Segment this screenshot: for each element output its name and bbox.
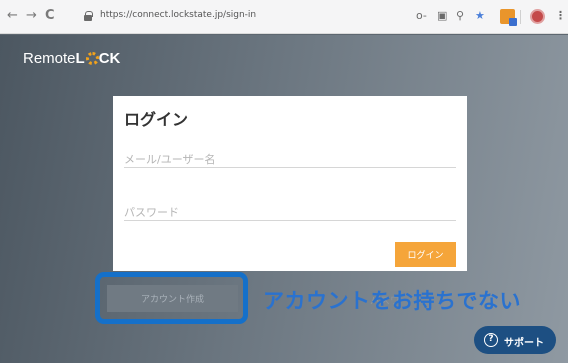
email-field-wrapper: [124, 148, 456, 169]
annotation-text: アカウントをお持ちでない: [263, 289, 521, 313]
translate-icon[interactable]: ▣: [437, 9, 447, 23]
lock-icon: [84, 11, 93, 21]
logo-text-1: Remote: [23, 50, 76, 67]
toolbar-divider: [520, 10, 521, 24]
help-icon: ?: [484, 333, 498, 347]
support-button[interactable]: ? サポート: [474, 326, 556, 354]
password-field-wrapper: [124, 201, 456, 222]
logo-ring-icon: [85, 52, 99, 65]
menu-icon[interactable]: ⋮: [555, 9, 566, 23]
zoom-icon[interactable]: ⚲: [456, 9, 464, 23]
remotelock-logo: RemoteL CK: [23, 50, 120, 67]
password-field[interactable]: [124, 203, 456, 222]
profile-avatar[interactable]: [530, 9, 545, 24]
extension-icon[interactable]: [500, 9, 517, 26]
reload-icon[interactable]: C: [45, 9, 55, 23]
login-button[interactable]: ログイン: [395, 242, 456, 267]
url-text[interactable]: https://connect.lockstate.jp/sign-in: [100, 10, 256, 20]
login-title: ログイン: [124, 110, 189, 129]
address-bar[interactable]: https://connect.lockstate.jp/sign-in: [84, 8, 394, 26]
login-card: ログイン ログイン: [113, 96, 467, 271]
highlight-box: [95, 272, 248, 324]
logo-text-2: L: [75, 50, 85, 67]
email-field[interactable]: [124, 150, 456, 169]
star-icon[interactable]: ★: [475, 9, 485, 23]
support-label: サポート: [504, 338, 544, 349]
forward-icon[interactable]: →: [26, 9, 37, 23]
key-icon[interactable]: o-: [416, 9, 427, 23]
logo-text-3: CK: [98, 50, 121, 67]
back-icon[interactable]: ←: [7, 9, 18, 23]
browser-toolbar: ← → C https://connect.lockstate.jp/sign-…: [0, 0, 568, 34]
